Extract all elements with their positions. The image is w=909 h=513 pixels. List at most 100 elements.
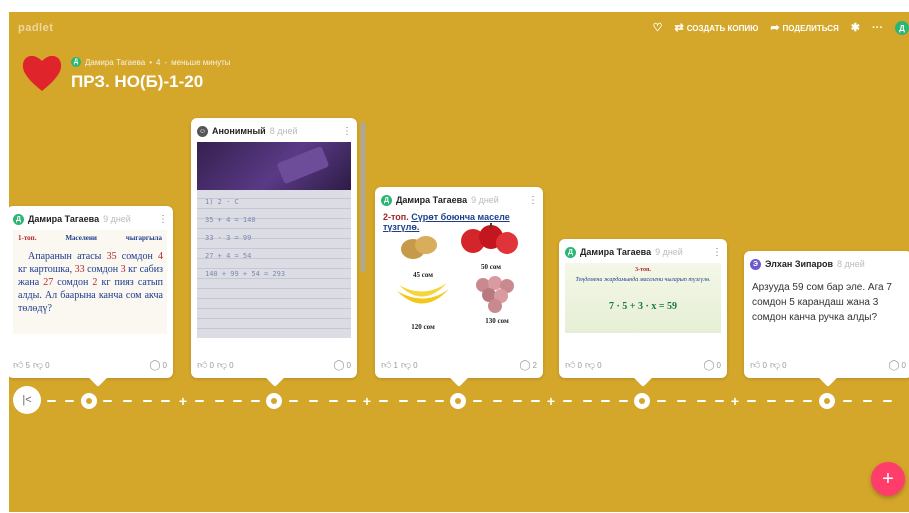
thumb-down-icon: 👎︎ xyxy=(32,360,44,371)
post-time: 9 дней xyxy=(471,195,499,205)
timeline-node[interactable] xyxy=(266,393,282,409)
post-menu-icon[interactable]: ⋮ xyxy=(528,195,538,206)
like-button[interactable]: 👍︎ 5 xyxy=(13,359,30,371)
post-time: 8 дней xyxy=(269,126,298,136)
share-button[interactable]: ➦ ПОДЕЛИТЬСЯ xyxy=(770,22,838,34)
post-author: Дамира Тагаева xyxy=(28,214,100,224)
comment-icon: ◯ xyxy=(519,359,531,371)
remake-button[interactable]: ⇄ СОЗДАТЬ КОПИЮ xyxy=(674,21,759,34)
add-post-plus-icon[interactable]: + xyxy=(729,393,741,409)
thumb-down-icon: 👎︎ xyxy=(400,360,412,371)
thumb-down-icon: 👎︎ xyxy=(216,360,228,371)
potato-image: 45 сом xyxy=(389,229,457,279)
post-image[interactable]: 3-топ. Теңдемени жардамында маселени чыг… xyxy=(565,263,721,333)
board-heart-icon xyxy=(22,55,62,91)
board-author[interactable]: Дамира Тагаева xyxy=(85,58,145,67)
post-card[interactable]: Д Дамира Тагаева 9 дней ⋮ 3-топ. Теңдеме… xyxy=(559,239,727,387)
thumb-up-icon: 👍︎ xyxy=(381,360,392,371)
dislike-button[interactable]: 👎︎ 0 xyxy=(33,359,50,371)
doc-header-action: чыгаргыла xyxy=(125,234,162,242)
post-time: 9 дней xyxy=(103,214,131,224)
timeline: + + + + xyxy=(9,393,909,409)
dislike-button[interactable]: 👎︎ 0 xyxy=(585,359,602,371)
post-header: Д Дамира Тагаева 9 дней ⋮ xyxy=(381,193,538,207)
add-post-button[interactable]: + xyxy=(871,462,905,496)
dislike-button[interactable]: 👎︎ 0 xyxy=(401,359,418,371)
settings-button[interactable]: ✱ xyxy=(850,21,860,34)
board-author-avatar: Д xyxy=(71,57,81,67)
thumb-up-icon: 👍︎ xyxy=(13,360,24,371)
post-card[interactable]: Э Элхан Зипаров 8 дней Арзуудa 59 сом ба… xyxy=(744,251,909,387)
comment-button[interactable]: ◯ 0 xyxy=(149,360,167,371)
post-card[interactable]: Д Дамира Тагаева 9 дней ⋮ 1-топ. Маселен… xyxy=(9,206,173,387)
post-image[interactable]: 2-топ. Сүрөт боюнча маселе түзгүлө. 45 с… xyxy=(381,211,537,333)
like-button[interactable]: 👍︎ 0 xyxy=(197,359,214,371)
like-board-button[interactable]: ♡ xyxy=(652,21,663,34)
post-footer: 👍︎ 5 👎︎ 0 ◯ 0 xyxy=(13,358,167,372)
timeline-node[interactable] xyxy=(81,393,97,409)
like-button[interactable]: 👍︎ 0 xyxy=(565,359,582,371)
more-button[interactable]: ··· xyxy=(872,21,883,34)
jump-to-start-button[interactable]: |< xyxy=(13,386,41,414)
dislike-button[interactable]: 👎︎ 0 xyxy=(217,359,234,371)
user-avatar[interactable]: Д xyxy=(895,21,909,35)
doc-text: Апаранын атасы 35 сомдон 4 кг картошка, … xyxy=(18,251,164,314)
apple-image: 50 сом xyxy=(457,221,525,271)
gear-icon: ✱ xyxy=(850,21,860,34)
post-photo[interactable]: 1) 2 · С 35 + 4 = 140 33 · 3 = 99 27 + 4… xyxy=(197,142,351,338)
post-menu-icon[interactable]: ⋮ xyxy=(342,126,352,137)
comment-button[interactable]: ◯ 0 xyxy=(703,360,721,371)
comment-icon: ◯ xyxy=(149,359,161,371)
timeline-node[interactable] xyxy=(634,393,650,409)
thumb-down-icon: 👎︎ xyxy=(769,360,781,371)
like-button[interactable]: 👍︎ 0 xyxy=(750,359,767,371)
comment-button[interactable]: ◯ 2 xyxy=(519,360,537,371)
dislike-button[interactable]: 👎︎ 0 xyxy=(770,359,787,371)
comment-icon: ◯ xyxy=(703,359,715,371)
card-scrollbar[interactable] xyxy=(361,122,365,272)
post-card[interactable]: Д Дамира Тагаева 9 дней ⋮ 2-топ. Сүрөт б… xyxy=(375,187,543,387)
padlet-board: padlet ♡ ⇄ СОЗДАТЬ КОПИЮ ➦ ПОДЕЛИТЬСЯ ✱ ··… xyxy=(9,12,909,512)
comment-button[interactable]: ◯ 0 xyxy=(888,360,906,371)
post-text: Арзуудa 59 сом бар эле. Ага 7 сомдон 5 к… xyxy=(752,282,892,323)
post-count: 4 xyxy=(156,57,161,67)
post-header: Э Элхан Зипаров 8 дней xyxy=(750,257,906,271)
post-menu-icon[interactable]: ⋮ xyxy=(712,247,722,258)
board-title: ПРЗ. НО(Б)-1-20 xyxy=(71,72,204,91)
remake-icon: ⇄ xyxy=(674,21,684,34)
add-post-plus-icon[interactable]: + xyxy=(177,393,189,409)
thumb-up-icon: 👍︎ xyxy=(565,360,576,371)
timeline-node[interactable] xyxy=(819,393,835,409)
board-actions: ♡ ⇄ СОЗДАТЬ КОПИЮ ➦ ПОДЕЛИТЬСЯ ✱ ··· Д xyxy=(653,21,909,35)
comment-button[interactable]: ◯ 0 xyxy=(333,360,351,371)
thumb-down-icon: 👎︎ xyxy=(584,360,596,371)
eq-header: 3-топ. xyxy=(635,267,651,273)
timeline-node[interactable] xyxy=(450,393,466,409)
eq-formula: 7 · 5 + 3 · x = 59 xyxy=(608,301,678,312)
doc-header-group: 1-топ. xyxy=(18,234,37,242)
post-header: Д Дамира Тагаева 9 дней ⋮ xyxy=(13,212,168,226)
add-post-plus-icon[interactable]: + xyxy=(545,393,557,409)
comment-icon: ◯ xyxy=(888,359,900,371)
post-time: 9 дней xyxy=(655,247,683,257)
price-potato: 45 сом xyxy=(413,271,433,279)
post-author: Дамира Тагаева xyxy=(580,247,652,257)
like-button[interactable]: 👍︎ 1 xyxy=(381,359,398,371)
post-header: Д Дамира Тагаева 9 дней ⋮ xyxy=(565,245,722,259)
price-grape: 130 сом xyxy=(485,317,509,325)
add-post-plus-icon[interactable]: + xyxy=(361,393,373,409)
post-card[interactable]: ☺ Анонимный 8 дней ⋮ 1) 2 · С 35 + 4 = 1… xyxy=(191,118,365,387)
top-bar: padlet ♡ ⇄ СОЗДАТЬ КОПИЮ ➦ ПОДЕЛИТЬСЯ ✱ ··… xyxy=(9,12,909,46)
post-menu-icon[interactable]: ⋮ xyxy=(158,214,168,225)
thumb-up-icon: 👍︎ xyxy=(750,360,761,371)
heart-outline-icon: ♡ xyxy=(652,21,663,34)
price-apple: 50 сом xyxy=(481,263,501,271)
author-avatar: Д xyxy=(565,246,576,258)
post-header: ☺ Анонимный 8 дней ⋮ xyxy=(197,124,352,138)
banana-image: 120 сом xyxy=(389,281,457,331)
post-image[interactable]: 1-топ. Маселени чыгаргыла Апаранын атасы… xyxy=(13,230,167,334)
brand-logo[interactable]: padlet xyxy=(18,22,53,34)
price-banana: 120 сом xyxy=(411,323,435,331)
more-icon: ··· xyxy=(872,21,883,34)
post-author: Дамира Тагаева xyxy=(396,195,468,205)
